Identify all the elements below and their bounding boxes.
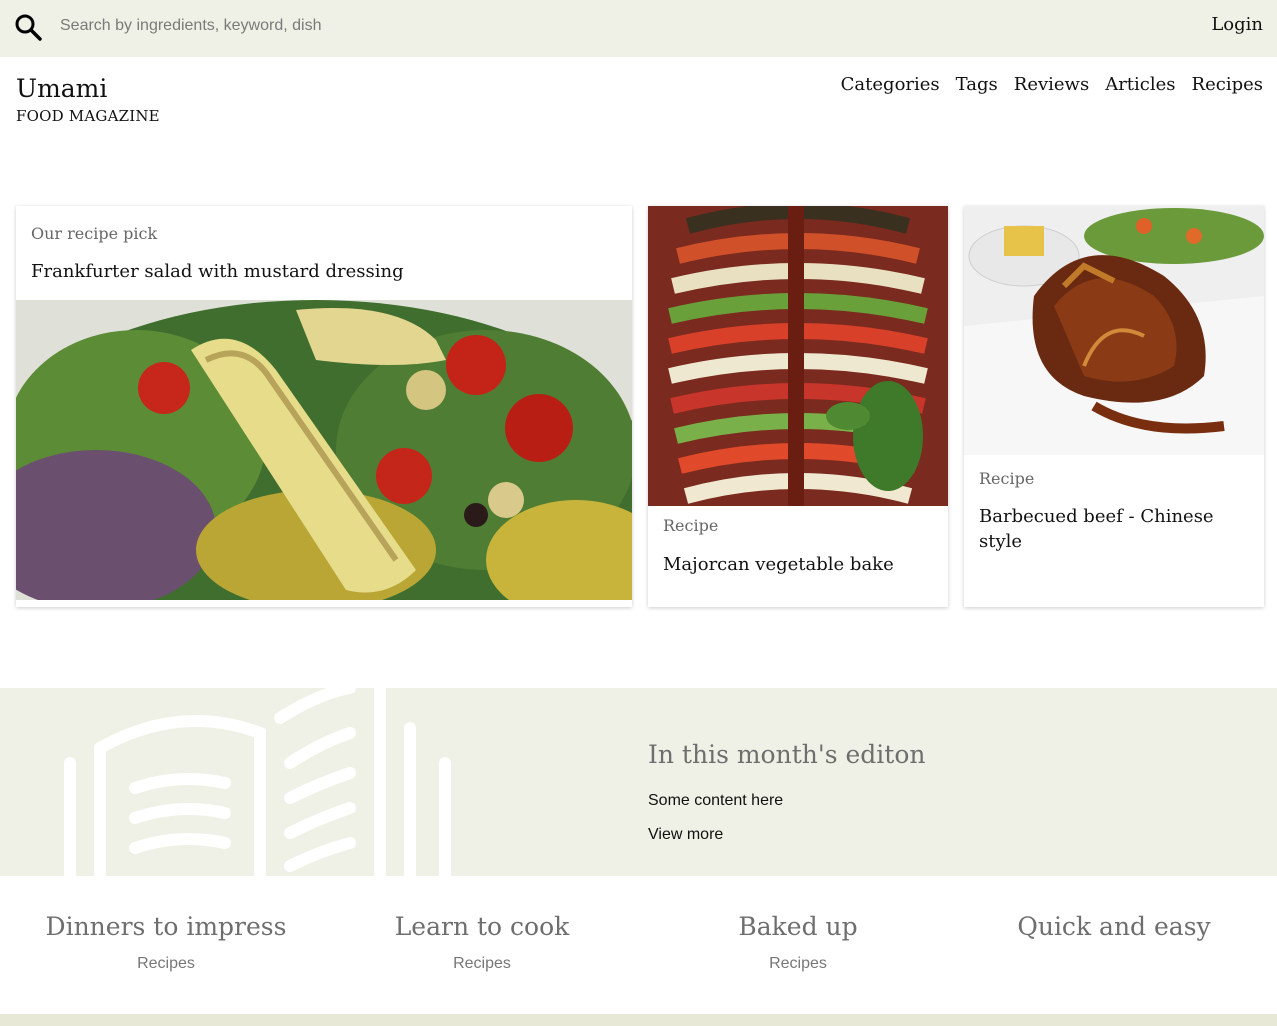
open-book-icon [64,688,451,876]
search-icon[interactable] [14,13,42,41]
recipe-card[interactable]: Recipe Barbecued beef - Chinese style [964,206,1264,607]
nav-reviews[interactable]: Reviews [1014,74,1089,95]
main-nav: Categories Tags Reviews Articles Recipes [841,74,1263,95]
view-more-link[interactable]: View more [648,826,723,844]
card-label: Recipe [979,469,1035,488]
nav-categories[interactable]: Categories [841,74,940,95]
category-dinners-to-impress[interactable]: Dinners to impress Recipes [16,912,316,973]
site-title[interactable]: Umami [16,74,107,103]
card-title[interactable]: Frankfurter salad with mustard dressing [31,259,611,284]
footer-strip [0,1014,1277,1026]
category-link[interactable]: Recipes [16,955,316,973]
category-learn-to-cook[interactable]: Learn to cook Recipes [332,912,632,973]
monthly-edition-banner: In this month's editon Some content here… [0,688,1277,876]
edition-text: Some content here [648,792,784,809]
nav-recipes[interactable]: Recipes [1192,74,1263,95]
category-title[interactable]: Dinners to impress [16,912,316,941]
barbecued-beef-image [964,206,1264,455]
category-link[interactable]: Recipes [332,955,632,973]
site-subtitle: FOOD MAGAZINE [16,107,160,125]
search-input[interactable] [60,14,480,38]
category-title[interactable]: Quick and easy [964,912,1264,941]
vegetable-bake-image [648,206,948,506]
recipe-card[interactable]: Recipe Majorcan vegetable bake [648,206,948,607]
salad-image [16,300,632,600]
edition-heading: In this month's editon [648,740,926,769]
category-baked-up[interactable]: Baked up Recipes [648,912,948,973]
card-title[interactable]: Majorcan vegetable bake [663,552,933,577]
card-label: Our recipe pick [31,224,158,243]
login-link[interactable]: Login [1211,14,1263,35]
category-quick-and-easy[interactable]: Quick and easy [964,912,1264,955]
nav-tags[interactable]: Tags [956,74,998,95]
category-title[interactable]: Baked up [648,912,948,941]
card-label: Recipe [663,516,719,535]
category-link[interactable]: Recipes [648,955,948,973]
card-title[interactable]: Barbecued beef - Chinese style [979,504,1249,554]
top-bar: Login [0,0,1277,57]
category-title[interactable]: Learn to cook [332,912,632,941]
nav-articles[interactable]: Articles [1105,74,1175,95]
featured-recipe-card[interactable]: Our recipe pick Frankfurter salad with m… [16,206,632,607]
